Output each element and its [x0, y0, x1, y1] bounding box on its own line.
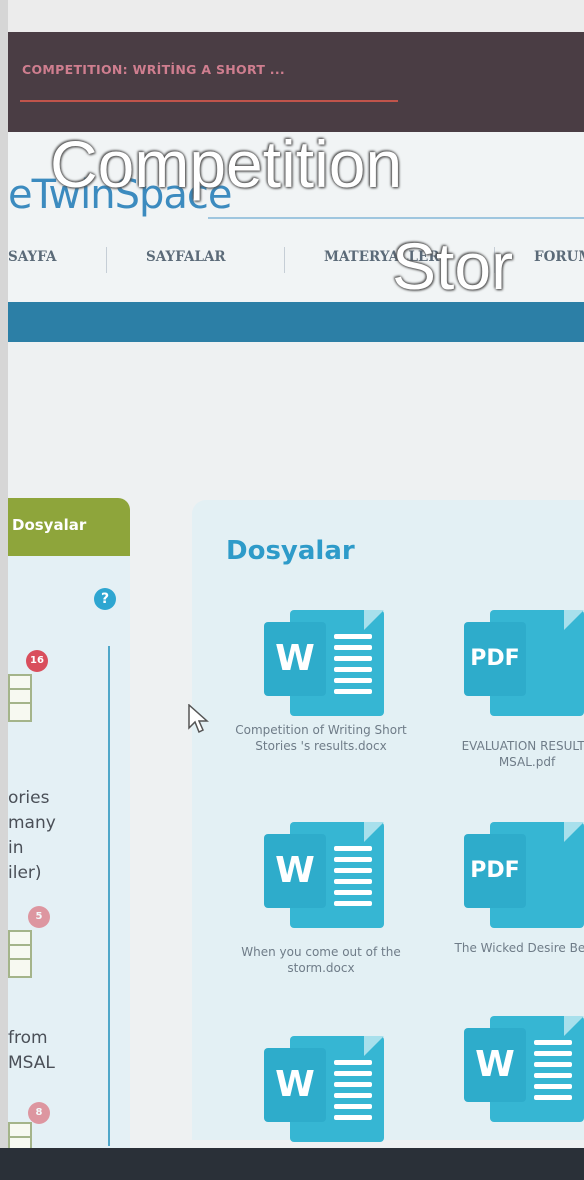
photo-edge-top	[0, 0, 584, 32]
word-doc-icon[interactable]: W	[264, 604, 384, 722]
active-tab-indicator	[20, 100, 398, 102]
word-doc-icon[interactable]: W	[464, 1010, 584, 1128]
file-name[interactable]: EVALUATION RESULTS MSAL.pdf	[432, 738, 584, 770]
files-title: Dosyalar	[226, 536, 355, 566]
nav-separator	[106, 247, 107, 273]
pdf-badge: PDF	[464, 834, 526, 908]
folder-stack-icon[interactable]	[8, 1122, 36, 1148]
file-name[interactable]: The Wicked Desire Beul.pdf	[442, 940, 584, 956]
browser-tab-bar: COMPETITION: WRİTİNG A SHORT ...	[8, 32, 584, 132]
word-badge: W	[464, 1028, 526, 1102]
pdf-doc-icon[interactable]: PDF	[464, 604, 584, 722]
folder-stack-icon[interactable]	[8, 930, 36, 978]
file-name[interactable]: When you come out of the storm.docx	[226, 944, 416, 976]
help-icon[interactable]: ?	[94, 588, 116, 610]
photo-edge-left	[0, 0, 8, 1180]
word-doc-icon[interactable]: W	[264, 816, 384, 934]
notification-badge: 8	[28, 1102, 50, 1124]
mouse-cursor-icon	[188, 704, 209, 734]
files-panel: Dosyalar W Competition of Writing Short …	[192, 500, 584, 1142]
nav-separator	[284, 247, 285, 273]
nav-item-sayfa[interactable]: SAYFA	[8, 249, 56, 265]
pdf-doc-icon[interactable]: PDF	[464, 816, 584, 934]
sidebar-panel: ? 16 ories many in iler) 5 from MSAL 8	[8, 556, 130, 1148]
header-divider	[208, 217, 584, 219]
sidebar-item-text[interactable]: from MSAL	[8, 1026, 55, 1076]
notification-badge: 5	[28, 906, 50, 928]
nav-item-sayfalar[interactable]: SAYFALAR	[146, 249, 226, 265]
word-badge: W	[264, 622, 326, 696]
navigation-band	[8, 302, 584, 342]
photo-edge-bottom	[0, 1148, 584, 1180]
browser-tab-title[interactable]: COMPETITION: WRİTİNG A SHORT ...	[22, 62, 285, 77]
sidebar-divider	[108, 646, 110, 1146]
caption-line-1: Competition	[50, 127, 403, 201]
notification-badge: 16	[26, 650, 48, 672]
sidebar-tab-dosyalar[interactable]: Dosyalar	[8, 498, 130, 556]
folder-stack-icon[interactable]	[8, 674, 36, 722]
word-badge: W	[264, 1048, 326, 1122]
pdf-badge: PDF	[464, 622, 526, 696]
nav-item-forum[interactable]: FORUM	[534, 249, 584, 265]
sidebar-item-text[interactable]: ories many in iler)	[8, 786, 56, 886]
word-badge: W	[264, 834, 326, 908]
word-doc-icon[interactable]: W	[264, 1030, 384, 1148]
caption-line-2: Stor	[392, 229, 514, 303]
sidebar-tab-label: Dosyalar	[12, 516, 87, 534]
file-name[interactable]: Competition of Writing Short Stories 's …	[226, 722, 416, 754]
